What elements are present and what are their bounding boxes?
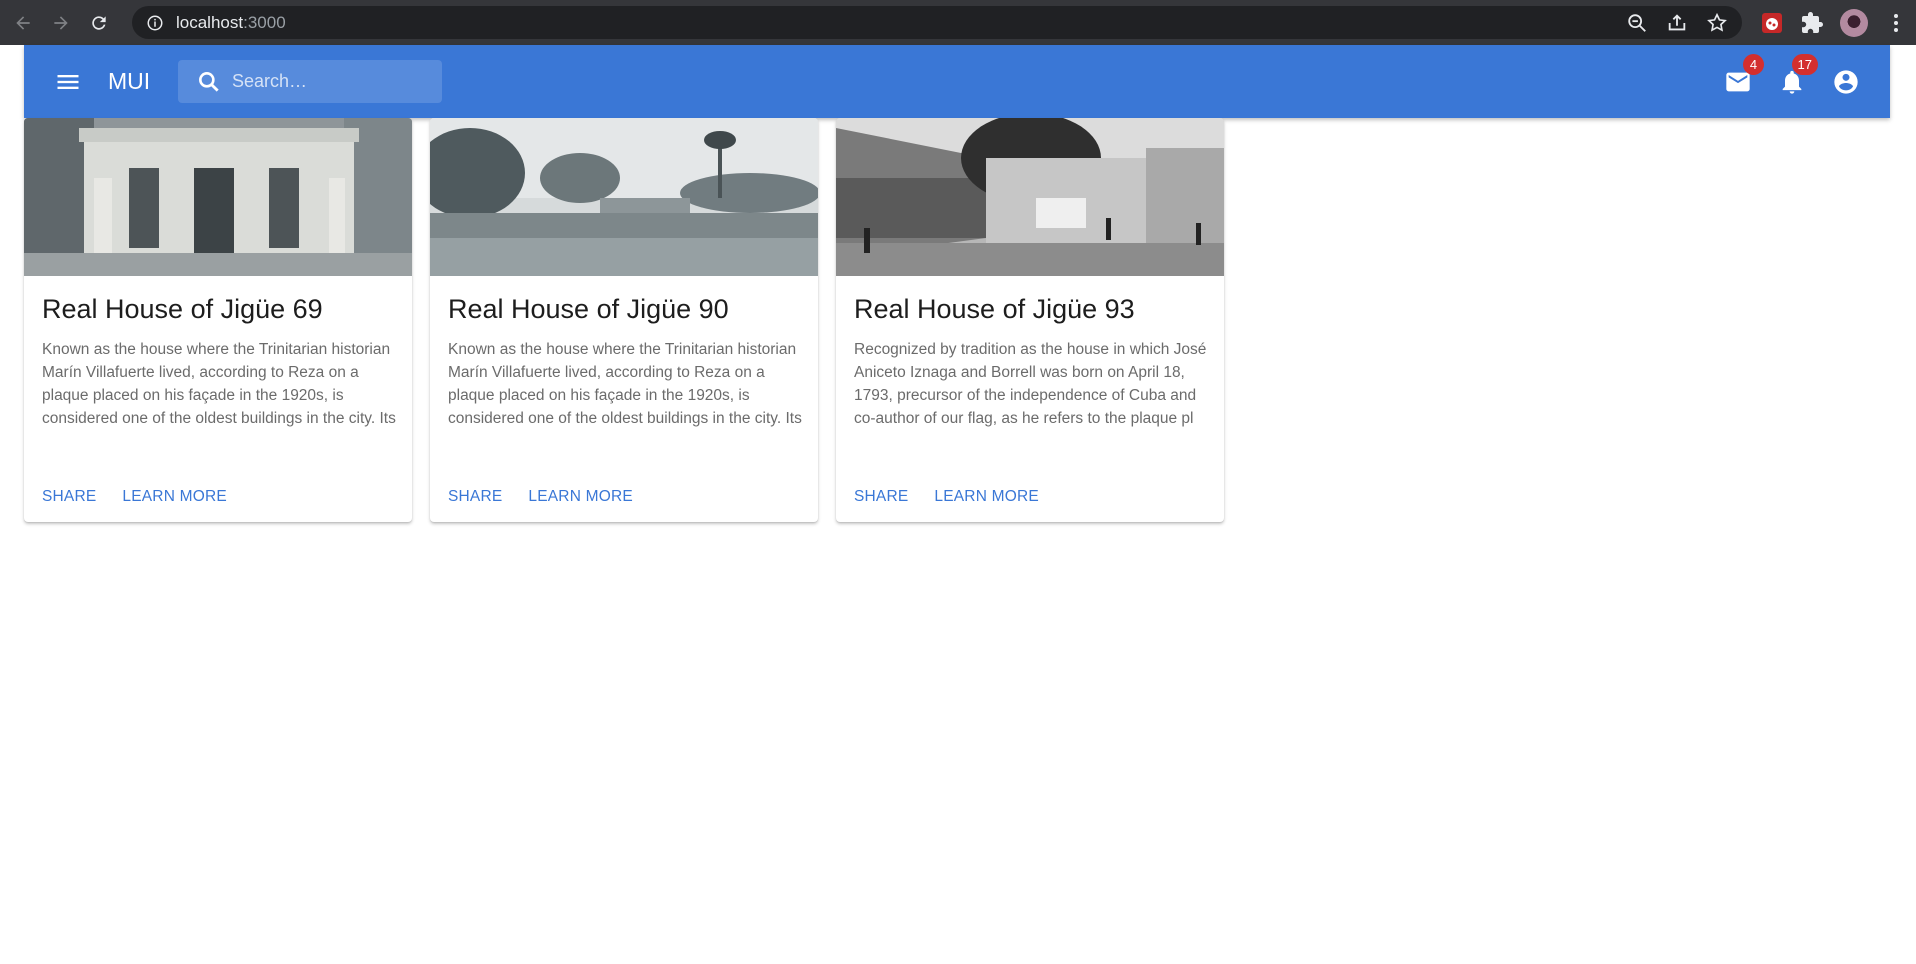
card-actions: Share Learn More [34,480,235,514]
card-title: Real House of Jigüe 90 [448,294,729,324]
menu-icon [57,74,79,89]
info-icon[interactable] [146,14,164,32]
place-card: Real House of Jigüe 90 Known as the hous… [430,118,818,522]
back-button[interactable] [8,8,38,38]
card-image [836,118,1224,276]
arrow-right-icon [54,15,68,30]
search-icon [199,71,219,92]
extensions-puzzle-icon[interactable] [1800,11,1824,35]
share-icon[interactable] [1666,12,1688,34]
place-card: Real House of Jigüe 69 Known as the hous… [24,118,412,522]
card-title: Real House of Jigüe 69 [42,294,323,324]
card-description: Known as the house where the Trinitarian… [448,341,802,427]
account-circle-icon [1834,69,1858,94]
share-button[interactable]: Share [34,480,104,514]
forward-button[interactable] [46,8,76,38]
url-text: localhost:3000 [176,13,286,33]
learn-more-button[interactable]: Learn More [926,480,1047,514]
card-actions: Share Learn More [440,480,641,514]
learn-more-button[interactable]: Learn More [114,480,235,514]
arrow-left-icon [16,15,30,30]
more-vert-icon[interactable] [1884,11,1908,35]
bookmark-star-icon[interactable] [1706,12,1728,34]
notifications-badge: 17 [1791,53,1818,75]
learn-more-button[interactable]: Learn More [520,480,641,514]
profile-avatar[interactable] [1840,8,1868,37]
menu-button[interactable] [48,62,88,102]
account-button[interactable] [1832,68,1860,96]
card-title: Real House of Jigüe 93 [854,294,1135,324]
card-image [24,118,412,276]
browser-toolbar: localhost:3000 [0,0,1916,45]
app-bar: MUI 4 17 [24,45,1890,118]
card-description: Recognized by tradition as the house in … [854,341,1207,427]
reload-button[interactable] [84,8,114,38]
search-box[interactable] [178,60,442,103]
search-input[interactable] [232,71,432,92]
share-button[interactable]: Share [440,480,510,514]
card-image [430,118,818,276]
card-description: Known as the house where the Trinitarian… [42,341,396,427]
mail-badge: 4 [1743,53,1764,75]
card-grid: Real House of Jigüe 69 Known as the hous… [24,118,1224,522]
url-host: localhost [176,12,244,32]
mail-button[interactable]: 4 [1724,53,1764,96]
reload-icon [92,15,106,30]
notifications-button[interactable]: 17 [1778,53,1818,96]
card-actions: Share Learn More [846,480,1047,514]
app-brand: MUI [108,68,151,94]
address-bar[interactable]: localhost:3000 [132,6,1742,39]
zoom-out-icon[interactable] [1626,12,1648,34]
extension-ladybug-icon[interactable] [1760,11,1784,35]
share-button[interactable]: Share [846,480,916,514]
url-port: :3000 [243,12,286,32]
place-card: Real House of Jigüe 93 Recognized by tra… [836,118,1224,522]
